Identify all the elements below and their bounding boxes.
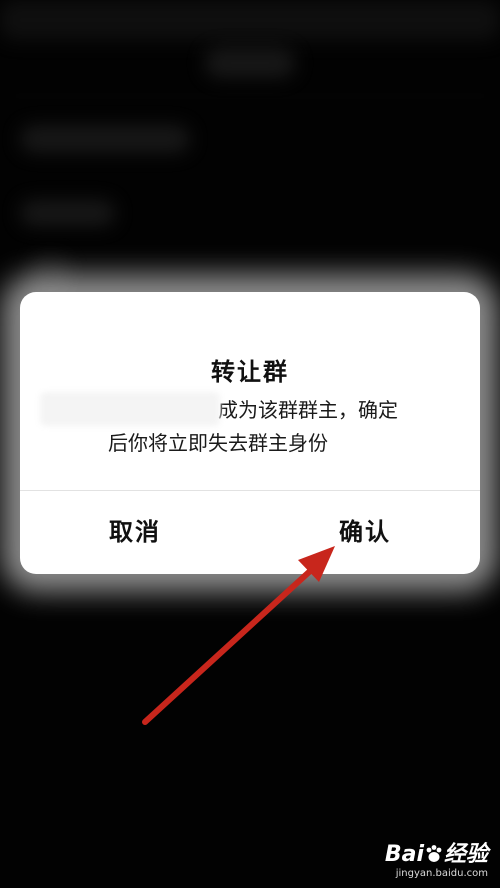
baidu-jingyan-watermark: Bai 经验 jingyan.baidu.com bbox=[358, 842, 488, 880]
transfer-group-dialog: 转让群 成为该群群主，确定 后你将立即失去群主身份 取消 确认 bbox=[20, 292, 480, 574]
blurred-list-item bbox=[20, 125, 190, 153]
blurred-header-title bbox=[205, 48, 295, 78]
redacted-username bbox=[40, 392, 220, 426]
paw-icon bbox=[426, 845, 442, 862]
screen: 转让群 成为该群群主，确定 后你将立即失去群主身份 取消 确认 Bai 经验 j… bbox=[0, 0, 500, 888]
confirm-button[interactable]: 确认 bbox=[310, 497, 420, 567]
blurred-divider bbox=[0, 95, 500, 97]
blurred-avatar bbox=[30, 255, 70, 295]
watermark-brand: Bai bbox=[384, 842, 424, 867]
blurred-status-bar bbox=[0, 0, 500, 40]
dialog-title: 转让群 bbox=[211, 358, 289, 386]
blurred-list-item bbox=[20, 200, 115, 226]
watermark-brand-suffix: 经验 bbox=[443, 842, 488, 867]
watermark-url: jingyan.baidu.com bbox=[395, 868, 488, 879]
cancel-button[interactable]: 取消 bbox=[80, 497, 190, 567]
dialog-message-line2: 后你将立即失去群主身份 bbox=[108, 431, 328, 455]
watermark-logo: Bai 经验 bbox=[358, 842, 488, 868]
dialog-divider bbox=[20, 490, 480, 491]
